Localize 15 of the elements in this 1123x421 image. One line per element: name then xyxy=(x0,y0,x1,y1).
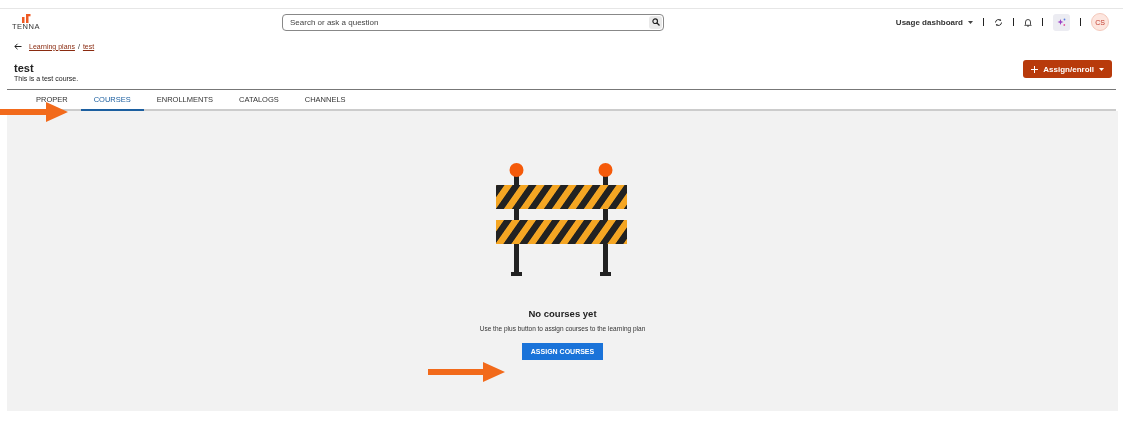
empty-state-title: No courses yet xyxy=(528,308,597,319)
dashboard-menu[interactable]: Usage dashboard xyxy=(895,17,973,27)
search-field[interactable]: Search or ask a question xyxy=(282,13,664,31)
logo-icon xyxy=(21,13,31,23)
refresh-icon[interactable] xyxy=(994,17,1003,27)
sparkle-icon[interactable] xyxy=(1057,17,1066,27)
assign-enroll-button[interactable]: Assign/enroll xyxy=(1023,60,1112,78)
caret-icon xyxy=(1099,67,1104,71)
bell-icon[interactable] xyxy=(1024,17,1032,27)
plus-icon xyxy=(1031,65,1039,73)
back-arrow-icon[interactable] xyxy=(14,42,22,50)
pointer-arrow xyxy=(0,102,68,122)
caret-icon xyxy=(968,20,973,24)
page-title: test xyxy=(14,62,35,74)
search-icon[interactable] xyxy=(651,18,660,26)
